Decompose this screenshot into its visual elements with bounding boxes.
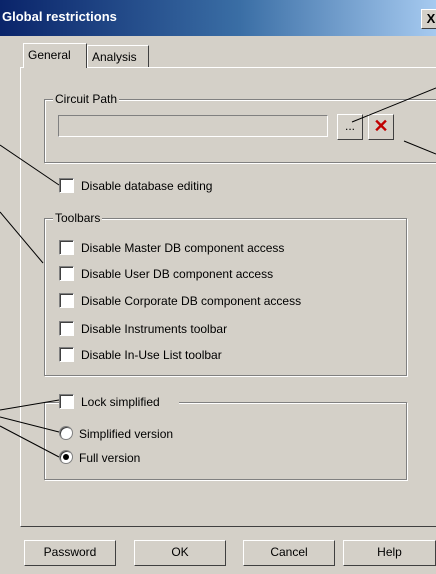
callout-line [0,211,44,264]
global-restrictions-dialog: Global restrictions X General Analysis C… [0,0,436,574]
callout-line [403,140,436,155]
callout-line [0,144,60,186]
callout-lines [0,87,436,458]
callout-line [0,416,60,433]
callout-line [351,87,436,123]
callout-line [0,425,60,458]
callout-line [0,399,60,411]
